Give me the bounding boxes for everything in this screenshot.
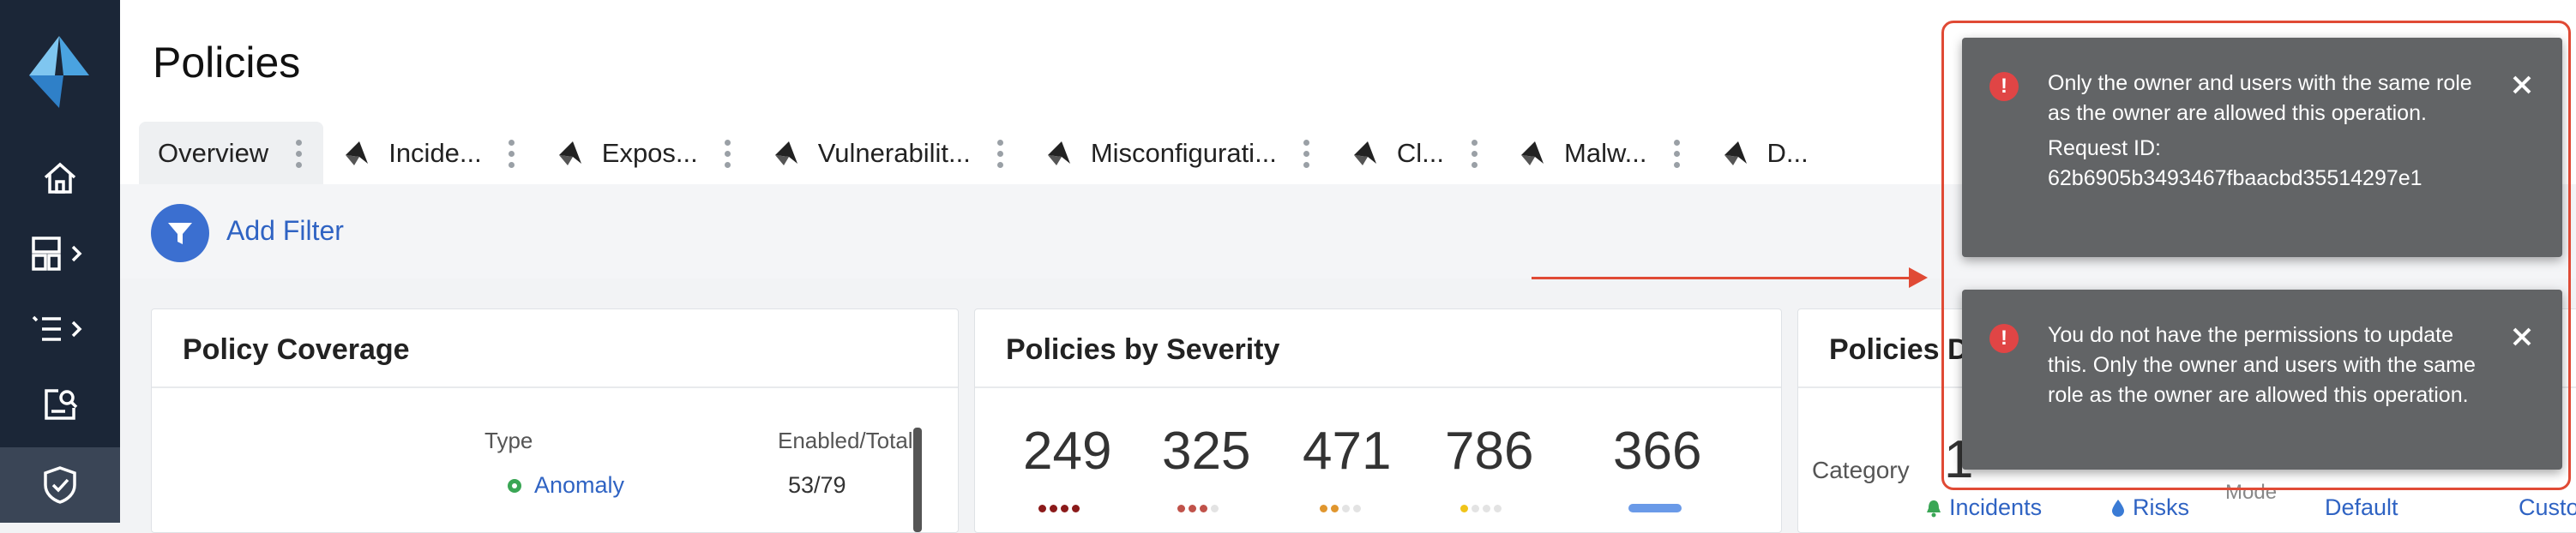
tab-misconfigurations[interactable]: Misconfigurati...	[1026, 122, 1332, 185]
tab-menu-icon[interactable]	[292, 137, 304, 171]
divider	[152, 386, 958, 388]
annotation-arrow-line	[1532, 277, 1921, 279]
enabled-total-value: 53/79	[788, 472, 846, 498]
tab-label: Overview	[158, 138, 269, 168]
shield-check-icon[interactable]	[0, 447, 120, 523]
severity-medium-indicator	[1320, 505, 1361, 512]
column-header-type: Type	[485, 428, 533, 453]
card-title: Policy Coverage	[183, 333, 410, 366]
add-filter-link[interactable]: Add Filter	[226, 215, 344, 247]
tab-menu-icon[interactable]	[1468, 137, 1480, 171]
tab-label: Cl...	[1396, 138, 1445, 168]
tab-label: Incide...	[388, 138, 482, 168]
sidebar	[0, 0, 120, 523]
dashboards-icon[interactable]	[0, 221, 120, 286]
tab-menu-icon[interactable]	[1301, 137, 1313, 171]
policy-pack-icon	[1353, 141, 1376, 165]
drop-icon	[2112, 499, 2124, 517]
policy-pack-icon	[558, 141, 581, 165]
default-link[interactable]: Default	[2325, 494, 2398, 521]
page-title: Policies	[153, 39, 301, 87]
policy-coverage-card: Policy Coverage Type Enabled/Total Anoma…	[151, 308, 959, 533]
tab-cl[interactable]: Cl...	[1332, 122, 1499, 185]
custom-link[interactable]: Custom	[2519, 494, 2576, 521]
tab-label: Expos...	[601, 138, 698, 168]
column-header-enabled-total: Enabled/Total	[778, 428, 913, 453]
severity-info-indicator	[1628, 504, 1682, 512]
tab-incidents[interactable]: Incide...	[323, 122, 537, 185]
incidents-link[interactable]: Incidents	[1925, 494, 2042, 521]
app-logo[interactable]	[29, 36, 89, 108]
policy-type-label: Anomaly	[534, 472, 625, 498]
gear-icon	[508, 478, 521, 493]
policy-pack-icon	[774, 141, 797, 165]
severity-low-count[interactable]: 786	[1445, 421, 1533, 482]
tab-d[interactable]: D...	[1702, 122, 1827, 185]
tab-vulnerabilities[interactable]: Vulnerabilit...	[753, 122, 1026, 185]
category-label: Category	[1812, 457, 1910, 483]
policy-pack-icon	[1047, 141, 1070, 165]
severity-critical-indicator	[1038, 505, 1080, 512]
tab-label: Malw...	[1564, 138, 1647, 168]
list-icon[interactable]	[0, 296, 120, 362]
risks-link[interactable]: Risks	[2110, 494, 2189, 521]
divider	[975, 386, 1781, 388]
tab-menu-icon[interactable]	[722, 137, 734, 171]
tab-exposure[interactable]: Expos...	[537, 122, 753, 185]
severity-info-count[interactable]: 366	[1613, 421, 1701, 482]
policies-by-severity-card: Policies by Severity 249 325 471 786 366	[974, 308, 1782, 533]
severity-high-count[interactable]: 325	[1162, 421, 1250, 482]
risks-label: Risks	[2133, 494, 2189, 520]
severity-high-indicator	[1177, 505, 1219, 512]
tab-label: Vulnerabilit...	[817, 138, 971, 168]
tab-menu-icon[interactable]	[995, 137, 1007, 171]
severity-medium-count[interactable]: 471	[1303, 421, 1391, 482]
filter-icon[interactable]	[151, 204, 209, 262]
bell-icon	[1927, 500, 1941, 517]
tab-label: Misconfigurati...	[1090, 138, 1277, 168]
annotation-highlight-box	[1941, 21, 2571, 490]
card-title: Policies by Severity	[1006, 333, 1280, 366]
annotation-arrow-head	[1909, 267, 1928, 288]
policy-pack-icon	[1724, 141, 1747, 165]
default-label: Default	[2325, 494, 2398, 520]
custom-label: Custom	[2519, 494, 2576, 520]
tab-overview[interactable]: Overview	[139, 122, 324, 185]
home-icon[interactable]	[0, 146, 120, 211]
policy-pack-icon	[346, 141, 369, 165]
policy-type-link[interactable]: Anomaly	[505, 472, 624, 499]
tab-label: D...	[1766, 138, 1809, 168]
scrollbar[interactable]	[913, 428, 922, 532]
tab-malware[interactable]: Malw...	[1499, 122, 1701, 185]
incidents-label: Incidents	[1949, 494, 2043, 520]
policy-pack-icon	[1521, 141, 1544, 165]
tab-menu-icon[interactable]	[1671, 137, 1683, 171]
tab-bar: Overview Incide... Expos... Vulnerabilit…	[139, 122, 1827, 185]
search-report-icon[interactable]	[0, 372, 120, 437]
severity-critical-count[interactable]: 249	[1023, 421, 1111, 482]
tab-menu-icon[interactable]	[506, 137, 518, 171]
severity-low-indicator	[1460, 505, 1502, 512]
